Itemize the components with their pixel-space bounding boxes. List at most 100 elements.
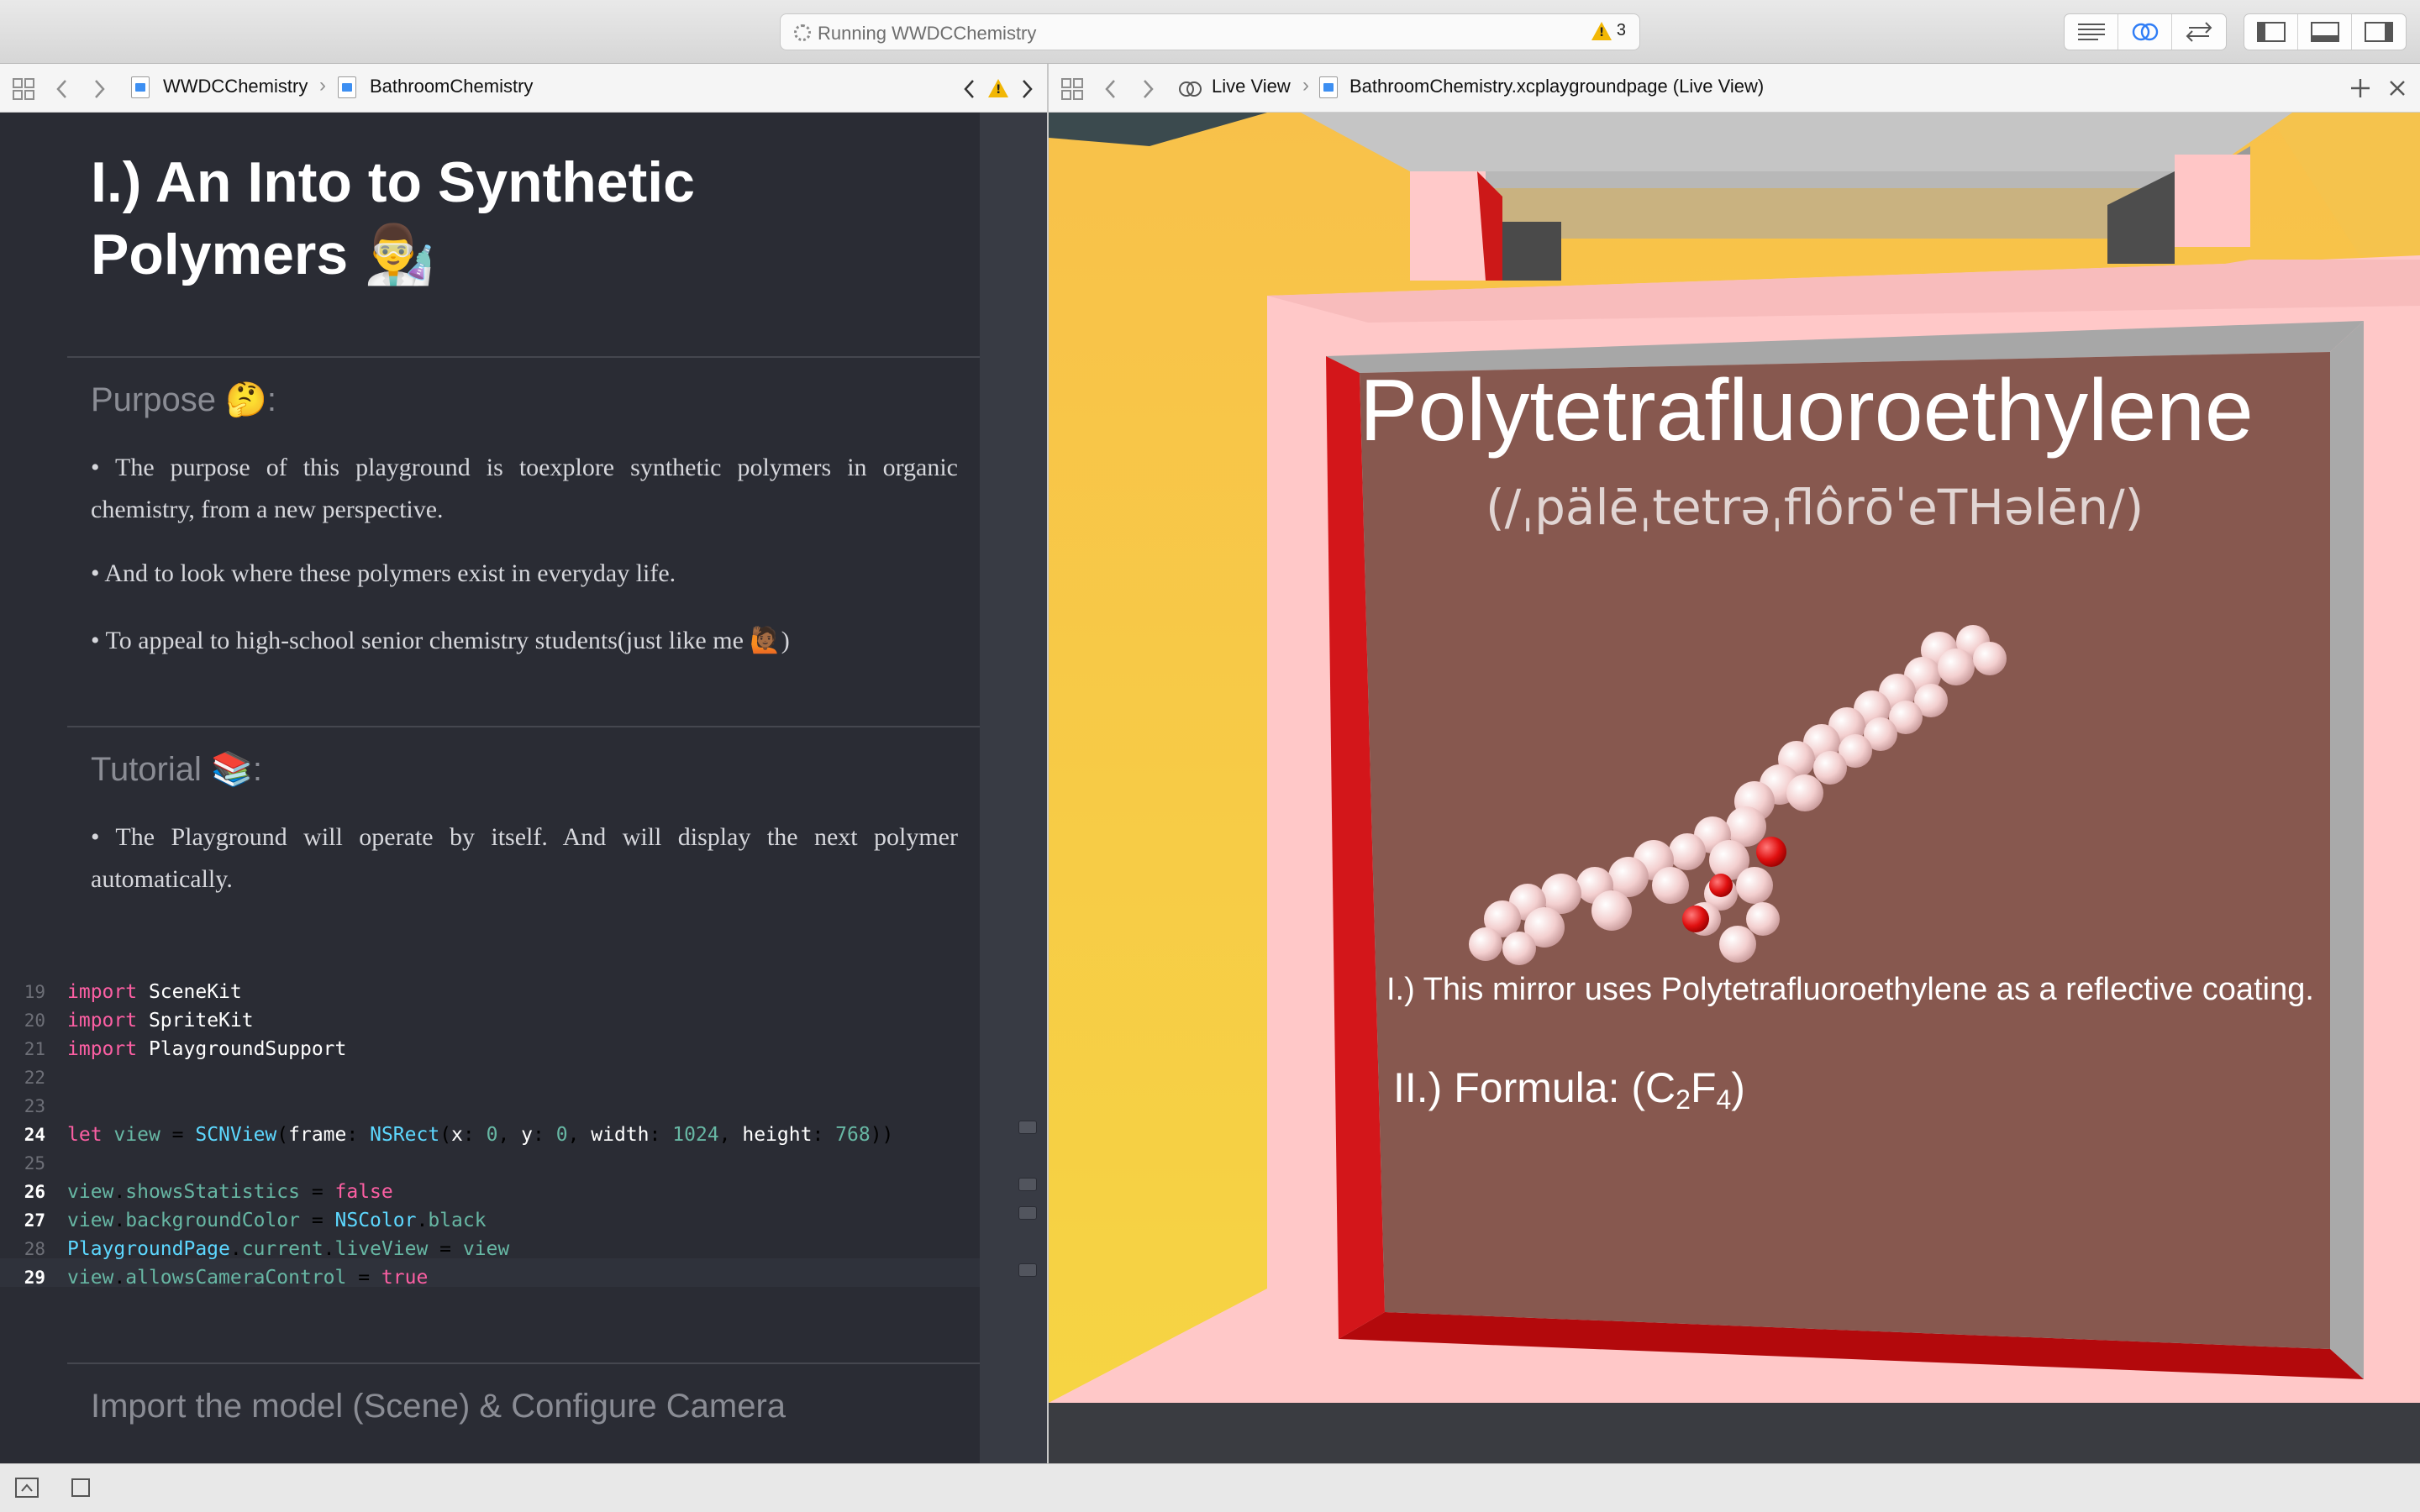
code-line[interactable]: 19 import SceneKit [0, 978, 980, 1006]
code-text[interactable]: import PlaygroundSupport [67, 1035, 346, 1063]
code-line[interactable]: 25 [0, 1149, 980, 1178]
live-view-footer [1049, 1403, 2420, 1463]
line-number: 23 [24, 1096, 45, 1116]
result-quicklook-icon[interactable] [1018, 1206, 1037, 1220]
utilities-toggle-button[interactable] [2352, 14, 2406, 50]
hide-debug-area-icon[interactable] [15, 1478, 39, 1498]
doc-title: I.) An Into to Synthetic Polymers 👨‍🔬 [91, 150, 695, 286]
breadcrumb-live-view-file[interactable]: BathroomChemistry.xcplaygroundpage (Live… [1349, 76, 1764, 97]
related-items-icon[interactable] [12, 77, 35, 101]
purpose-bullet-1: • The purpose of this playground is toex… [91, 454, 958, 523]
forward-arrow-icon[interactable] [1139, 77, 1156, 101]
line-number: 22 [24, 1068, 45, 1088]
mirror-bevel-right [2330, 321, 2364, 1379]
breadcrumb-separator-icon: › [319, 74, 326, 97]
right-panel-icon [2365, 22, 2393, 42]
line-number: 21 [24, 1039, 45, 1059]
code-text[interactable]: view.showsStatistics = false [67, 1178, 393, 1206]
back-arrow-icon[interactable] [1102, 77, 1119, 101]
warnings-count: 3 [1616, 21, 1626, 39]
stop-execution-icon[interactable] [71, 1478, 91, 1498]
line-number: 25 [24, 1153, 45, 1173]
code-line[interactable]: 23 [0, 1092, 980, 1121]
scene-view[interactable]: Polytetrafluoroethylene (/ˌpälēˌtetrəˌfl… [1049, 113, 2420, 1403]
live-view[interactable]: Polytetrafluoroethylene (/ˌpälēˌtetrəˌfl… [1049, 113, 2420, 1403]
results-sidebar [980, 113, 1047, 1463]
result-quicklook-icon[interactable] [1018, 1121, 1037, 1134]
activity-status: Running WWDCChemistry [818, 23, 1037, 44]
code-text[interactable]: view.backgroundColor = NSColor.black [67, 1206, 487, 1235]
purpose-heading: Purpose 🤔: [91, 381, 277, 418]
activity-view: Running WWDCChemistry ! 3 [780, 13, 1640, 50]
polymer-fact-1: I.) This mirror uses Polytetrafluoroethy… [1386, 972, 2314, 1007]
section-divider [67, 1362, 980, 1364]
version-editor-icon [2186, 22, 2212, 42]
code-line[interactable]: 22 [0, 1063, 980, 1092]
navigator-toggle-button[interactable] [2244, 14, 2298, 50]
polymer-name: Polytetrafluoroethylene [1360, 362, 2254, 459]
related-items-icon[interactable] [1060, 77, 1084, 101]
result-quicklook-icon[interactable] [1018, 1263, 1037, 1277]
shelf-top [1301, 113, 2292, 171]
assistant-editor-icon [2132, 23, 2158, 41]
polymer-formula: II.) Formula: (C2F4) [1393, 1064, 1745, 1115]
code-line[interactable]: 21 import PlaygroundSupport [0, 1035, 980, 1063]
line-number: 19 [24, 982, 45, 1002]
add-editor-icon[interactable] [2349, 77, 2371, 99]
section-divider [67, 726, 980, 727]
next-section-heading: Import the model (Scene) & Configure Cam… [91, 1388, 786, 1425]
code-line[interactable]: 28 PlaygroundPage.current.liveView = view [0, 1235, 980, 1263]
left-panel-icon [2256, 22, 2286, 42]
code-line[interactable]: 26 view.showsStatistics = false [0, 1178, 980, 1206]
line-number: 28 [24, 1239, 45, 1259]
code-text[interactable]: import SpriteKit [67, 1006, 254, 1035]
breadcrumb-project[interactable]: WWDCChemistry [163, 76, 308, 97]
tutorial-heading: Tutorial 📚: [91, 751, 262, 788]
code-line[interactable]: 24 let view = SCNView(frame: NSRect(x: 0,… [0, 1121, 980, 1149]
panel-toggle-control [2244, 13, 2407, 50]
breadcrumb-live-view[interactable]: Live View [1212, 76, 1291, 97]
line-number: 26 [24, 1182, 45, 1202]
standard-editor-button[interactable] [2065, 14, 2118, 50]
assistant-jump-bar: Live View › BathroomChemistry.xcplaygrou… [1049, 64, 2420, 113]
close-editor-icon[interactable] [2388, 79, 2407, 97]
breadcrumb-page[interactable]: BathroomChemistry [370, 76, 533, 97]
source-editor[interactable]: I.) An Into to Synthetic Polymers 👨‍🔬 Pu… [0, 113, 980, 1463]
code-text[interactable]: view.allowsCameraControl = true [67, 1263, 428, 1292]
line-number: 24 [24, 1125, 45, 1145]
issue-warning-icon[interactable]: ! [988, 79, 1008, 97]
code-line[interactable]: 20 import SpriteKit [0, 1006, 980, 1035]
next-issue-icon[interactable] [1018, 77, 1035, 101]
line-number: 20 [24, 1011, 45, 1031]
editor-jump-bar: WWDCChemistry › BathroomChemistry ! [0, 64, 1047, 113]
section-divider [67, 356, 980, 358]
polymer-pronunciation: (/ˌpälēˌtetrəˌflôrōˈeTHəlēn/) [1486, 479, 2144, 536]
progress-spinner-icon [794, 24, 811, 41]
debug-area-toggle-button[interactable] [2298, 14, 2352, 50]
warning-icon: ! [1591, 21, 1612, 40]
purpose-bullet-3: • To appeal to high-school senior chemis… [91, 627, 790, 654]
playground-file-icon [131, 76, 150, 98]
code-text[interactable]: let view = SCNView(frame: NSRect(x: 0, y… [67, 1121, 893, 1149]
assistant-editor-button[interactable] [2118, 14, 2172, 50]
playground-page-icon [338, 76, 356, 98]
tutorial-bullet-1: • The Playground will operate by itself.… [91, 823, 958, 893]
line-number: 29 [24, 1268, 45, 1288]
editor-mode-control [2064, 13, 2227, 50]
forward-arrow-icon[interactable] [91, 77, 108, 101]
breadcrumb-separator-icon: › [1302, 74, 1309, 97]
code-line[interactable]: 29 view.allowsCameraControl = true [0, 1263, 980, 1292]
code-text[interactable]: import SceneKit [67, 978, 242, 1006]
playground-page-icon [1319, 76, 1338, 98]
code-line[interactable]: 27 view.backgroundColor = NSColor.black [0, 1206, 980, 1235]
back-arrow-icon[interactable] [54, 77, 71, 101]
result-quicklook-icon[interactable] [1018, 1178, 1037, 1191]
debug-bar [0, 1463, 2420, 1512]
line-number: 27 [24, 1210, 45, 1231]
version-editor-button[interactable] [2172, 14, 2226, 50]
code-text[interactable]: PlaygroundPage.current.liveView = view [67, 1235, 509, 1263]
previous-issue-icon[interactable] [961, 77, 978, 101]
purpose-bullet-2: • And to look where these polymers exist… [91, 559, 676, 587]
warnings-badge[interactable]: ! 3 [1591, 21, 1626, 40]
window-toolbar: Running WWDCChemistry ! 3 [0, 0, 2420, 64]
